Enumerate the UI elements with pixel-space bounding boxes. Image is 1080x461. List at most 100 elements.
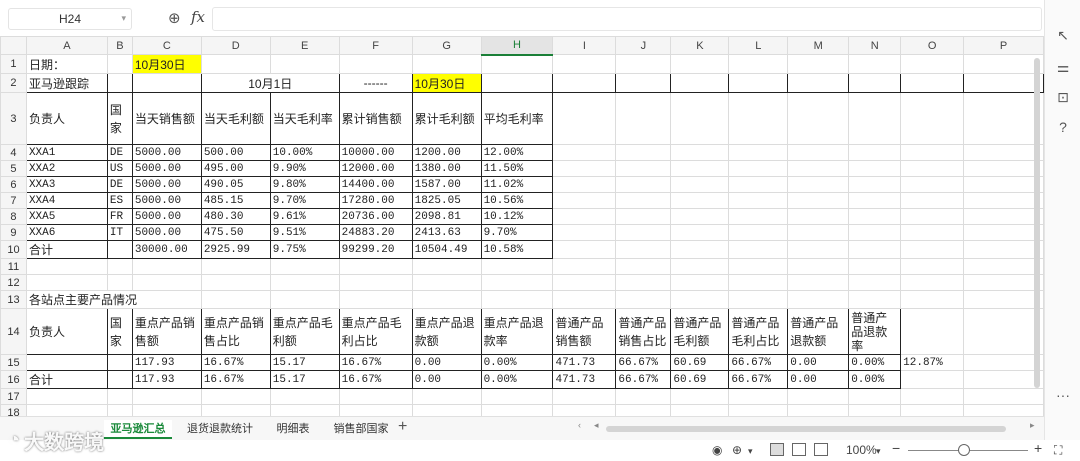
cell[interactable]: 16.67%: [338, 354, 413, 371]
cell[interactable]: [411, 388, 482, 405]
cell[interactable]: 普通产品销售额: [552, 308, 617, 355]
cell[interactable]: [900, 144, 965, 161]
cell[interactable]: [670, 208, 730, 225]
cell[interactable]: [900, 388, 965, 405]
cell[interactable]: [900, 192, 965, 209]
cell[interactable]: 5000.00: [131, 192, 202, 209]
cell[interactable]: 0.00: [411, 370, 482, 389]
scrollbar-thumb[interactable]: [606, 426, 1006, 432]
cell[interactable]: [787, 404, 850, 416]
cell[interactable]: [269, 290, 340, 309]
chevron-down-icon[interactable]: ▾: [876, 446, 881, 457]
cell[interactable]: [552, 274, 617, 291]
formula-input[interactable]: [212, 7, 1042, 31]
cell[interactable]: [106, 388, 133, 405]
cell[interactable]: [200, 54, 271, 74]
cell[interactable]: 5000.00: [131, 224, 202, 241]
cell[interactable]: [900, 404, 965, 416]
cell[interactable]: ES: [106, 192, 133, 209]
cell[interactable]: [615, 73, 672, 93]
cell[interactable]: [848, 208, 902, 225]
row-header[interactable]: 16: [0, 370, 27, 389]
cell[interactable]: 负责人: [25, 308, 108, 355]
cell[interactable]: [670, 192, 730, 209]
cell[interactable]: [787, 92, 850, 145]
column-header-h[interactable]: H: [480, 36, 554, 56]
cell[interactable]: [200, 404, 271, 416]
cell[interactable]: IT: [106, 224, 133, 241]
column-header-f[interactable]: F: [338, 36, 413, 55]
cell[interactable]: [900, 290, 965, 309]
cell[interactable]: 合计: [25, 240, 108, 259]
cell[interactable]: 10月30日: [131, 54, 202, 74]
cell[interactable]: DE: [106, 176, 133, 193]
eye-icon[interactable]: ◉: [712, 443, 722, 457]
cell[interactable]: 490.05: [200, 176, 271, 193]
cell[interactable]: [552, 160, 617, 177]
cell[interactable]: 12.87%: [900, 354, 965, 371]
cell[interactable]: [131, 258, 202, 275]
cell[interactable]: [131, 388, 202, 405]
cell[interactable]: [670, 92, 730, 145]
cell[interactable]: 0.00: [411, 354, 482, 371]
cell[interactable]: [900, 160, 965, 177]
cell[interactable]: [338, 54, 413, 74]
cell[interactable]: [25, 258, 108, 275]
row-header[interactable]: 1: [0, 54, 27, 74]
row-header[interactable]: 7: [0, 192, 27, 209]
fx-icon[interactable]: fx: [191, 8, 205, 26]
cell[interactable]: 495.00: [200, 160, 271, 177]
cell[interactable]: 15.17: [269, 370, 340, 389]
cell[interactable]: [106, 370, 133, 389]
cell[interactable]: [480, 274, 554, 291]
cell[interactable]: 475.50: [200, 224, 271, 241]
cell[interactable]: ------: [338, 73, 413, 93]
cell[interactable]: 10月30日: [411, 73, 482, 93]
cell[interactable]: [848, 388, 902, 405]
cell[interactable]: [787, 192, 850, 209]
cell[interactable]: XXA2: [25, 160, 108, 177]
cell[interactable]: 66.67%: [728, 354, 789, 371]
cell[interactable]: [552, 388, 617, 405]
cell[interactable]: XXA6: [25, 224, 108, 241]
cell[interactable]: [25, 354, 108, 371]
cell[interactable]: [269, 404, 340, 416]
cell[interactable]: [615, 274, 672, 291]
cell[interactable]: [106, 240, 133, 259]
cell[interactable]: 重点产品退款率: [480, 308, 554, 355]
cell[interactable]: FR: [106, 208, 133, 225]
row-header[interactable]: 17: [0, 388, 27, 405]
cell[interactable]: [480, 290, 554, 309]
cell[interactable]: 9.61%: [269, 208, 340, 225]
cell[interactable]: [615, 92, 672, 145]
cell[interactable]: [106, 258, 133, 275]
cell[interactable]: [411, 290, 482, 309]
column-header-j[interactable]: J: [615, 36, 672, 55]
cell[interactable]: [269, 54, 340, 74]
cell[interactable]: 5000.00: [131, 208, 202, 225]
column-header-c[interactable]: C: [131, 36, 202, 55]
cell[interactable]: [552, 258, 617, 275]
cell[interactable]: 普通产品退款额: [787, 308, 850, 355]
cell[interactable]: [106, 354, 133, 371]
cell[interactable]: [670, 258, 730, 275]
cell[interactable]: 亚马逊跟踪: [25, 73, 108, 93]
cell[interactable]: [728, 388, 789, 405]
cell[interactable]: 9.70%: [480, 224, 554, 241]
cell[interactable]: [552, 92, 617, 145]
row-header[interactable]: 18: [0, 404, 27, 416]
cell[interactable]: [552, 404, 617, 416]
cell[interactable]: [787, 240, 850, 259]
cell[interactable]: 9.75%: [269, 240, 340, 259]
column-header-o[interactable]: O: [900, 36, 965, 55]
cell[interactable]: 平均毛利率: [480, 92, 554, 145]
cell[interactable]: 10.56%: [480, 192, 554, 209]
row-header[interactable]: 8: [0, 208, 27, 225]
cell[interactable]: [900, 208, 965, 225]
cell[interactable]: 0.00: [787, 370, 850, 389]
cell[interactable]: [787, 54, 850, 74]
cell[interactable]: [787, 144, 850, 161]
cell[interactable]: [615, 176, 672, 193]
cell[interactable]: 15.17: [269, 354, 340, 371]
cell[interactable]: [728, 258, 789, 275]
